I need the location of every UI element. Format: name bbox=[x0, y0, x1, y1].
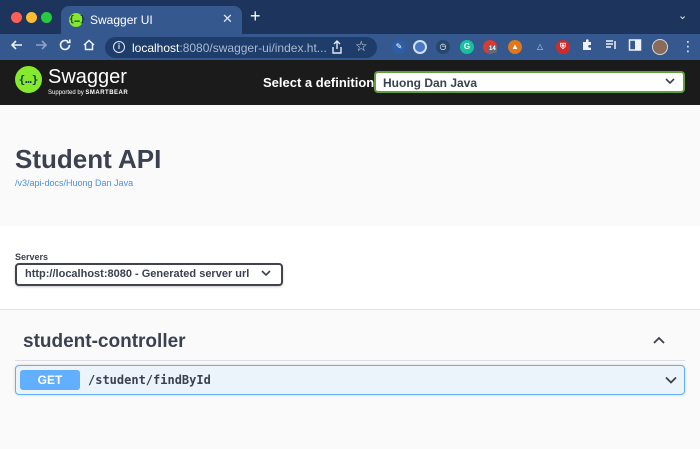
profile-avatar[interactable] bbox=[652, 39, 668, 55]
page-title: Student API bbox=[15, 144, 162, 174]
extension-circle-icon[interactable] bbox=[413, 40, 427, 54]
share-icon[interactable] bbox=[331, 40, 343, 57]
url-text: localhost:8080/swagger-ui/index.ht... bbox=[132, 41, 327, 55]
home-icon[interactable] bbox=[82, 38, 96, 56]
extension-triangle-icon[interactable]: △ bbox=[533, 40, 547, 54]
supported-by-text: Supported by SMARTBEAR bbox=[48, 90, 129, 96]
chevron-up-icon[interactable] bbox=[652, 333, 666, 347]
tag-title: student-controller bbox=[23, 331, 186, 352]
servers-label: Servers bbox=[15, 252, 49, 262]
back-arrow-icon[interactable] bbox=[10, 38, 24, 56]
reload-icon[interactable] bbox=[58, 38, 72, 56]
method-badge-get: GET bbox=[20, 370, 80, 390]
reading-list-icon[interactable] bbox=[604, 38, 618, 56]
api-info-section: Student API /v3/api-docs/Huong Dan Java bbox=[0, 105, 700, 226]
browser-tab-swagger[interactable]: {…} Swagger UI ✕ bbox=[61, 6, 242, 34]
star-icon[interactable]: ☆ bbox=[355, 38, 368, 55]
tab-title: Swagger UI bbox=[90, 13, 153, 27]
new-tab-button[interactable]: + bbox=[250, 6, 261, 26]
swagger-brand[interactable]: Swagger bbox=[48, 66, 127, 88]
swagger-favicon-icon: {…} bbox=[69, 13, 86, 27]
tab-search-chevron-icon[interactable]: ⌄ bbox=[678, 9, 687, 22]
extension-pen-icon[interactable]: ✎ bbox=[392, 40, 406, 54]
address-bar[interactable]: i localhost:8080/swagger-ui/index.ht... … bbox=[105, 37, 377, 58]
chevron-down-icon[interactable] bbox=[664, 373, 678, 387]
metamask-fox-icon[interactable]: ▲ bbox=[508, 40, 522, 54]
definition-selected-value: Huong Dan Java bbox=[383, 76, 478, 90]
opblock-get-student-findbyid[interactable]: GET /student/findById bbox=[15, 365, 685, 395]
swagger-topbar: {…} Swagger Supported by SMARTBEAR Selec… bbox=[0, 60, 700, 105]
extension-shield-icon[interactable]: ⛨ bbox=[556, 40, 570, 54]
operations-section: student-controller GET /student/findById bbox=[0, 310, 700, 449]
extension-clock-icon[interactable]: ◷ bbox=[436, 40, 450, 54]
browser-tab-bar: {…} Swagger UI ✕ + ⌄ bbox=[0, 0, 700, 34]
servers-selected-value: http://localhost:8080 - Generated server… bbox=[25, 268, 250, 280]
chevron-down-icon bbox=[260, 267, 272, 282]
swagger-logo-icon[interactable]: {…} bbox=[15, 66, 42, 93]
grammarly-icon[interactable]: G bbox=[460, 40, 474, 54]
chevron-down-icon bbox=[664, 75, 676, 90]
tag-header-student-controller[interactable]: student-controller bbox=[15, 325, 685, 361]
servers-select[interactable]: http://localhost:8080 - Generated server… bbox=[15, 263, 283, 286]
info-icon[interactable]: i bbox=[113, 41, 125, 53]
browser-toolbar: i localhost:8080/swagger-ui/index.ht... … bbox=[0, 34, 700, 60]
forward-arrow-icon[interactable] bbox=[34, 38, 48, 56]
puzzle-icon[interactable] bbox=[580, 38, 594, 56]
minimize-window-button[interactable] bbox=[26, 12, 37, 23]
sidebar-icon[interactable] bbox=[628, 38, 642, 56]
extension-badge-icon[interactable]: 14 bbox=[483, 40, 497, 54]
close-tab-icon[interactable]: ✕ bbox=[222, 11, 233, 27]
definition-select-label: Select a definition bbox=[263, 75, 375, 90]
servers-section: Servers http://localhost:8080 - Generate… bbox=[0, 226, 700, 310]
close-window-button[interactable] bbox=[11, 12, 22, 23]
definition-select[interactable]: Huong Dan Java bbox=[374, 71, 685, 93]
zoom-window-button[interactable] bbox=[41, 12, 52, 23]
operation-path: /student/findById bbox=[88, 373, 211, 387]
api-docs-link[interactable]: /v3/api-docs/Huong Dan Java bbox=[15, 178, 133, 188]
kebab-menu-icon[interactable]: ⋮ bbox=[681, 38, 695, 55]
